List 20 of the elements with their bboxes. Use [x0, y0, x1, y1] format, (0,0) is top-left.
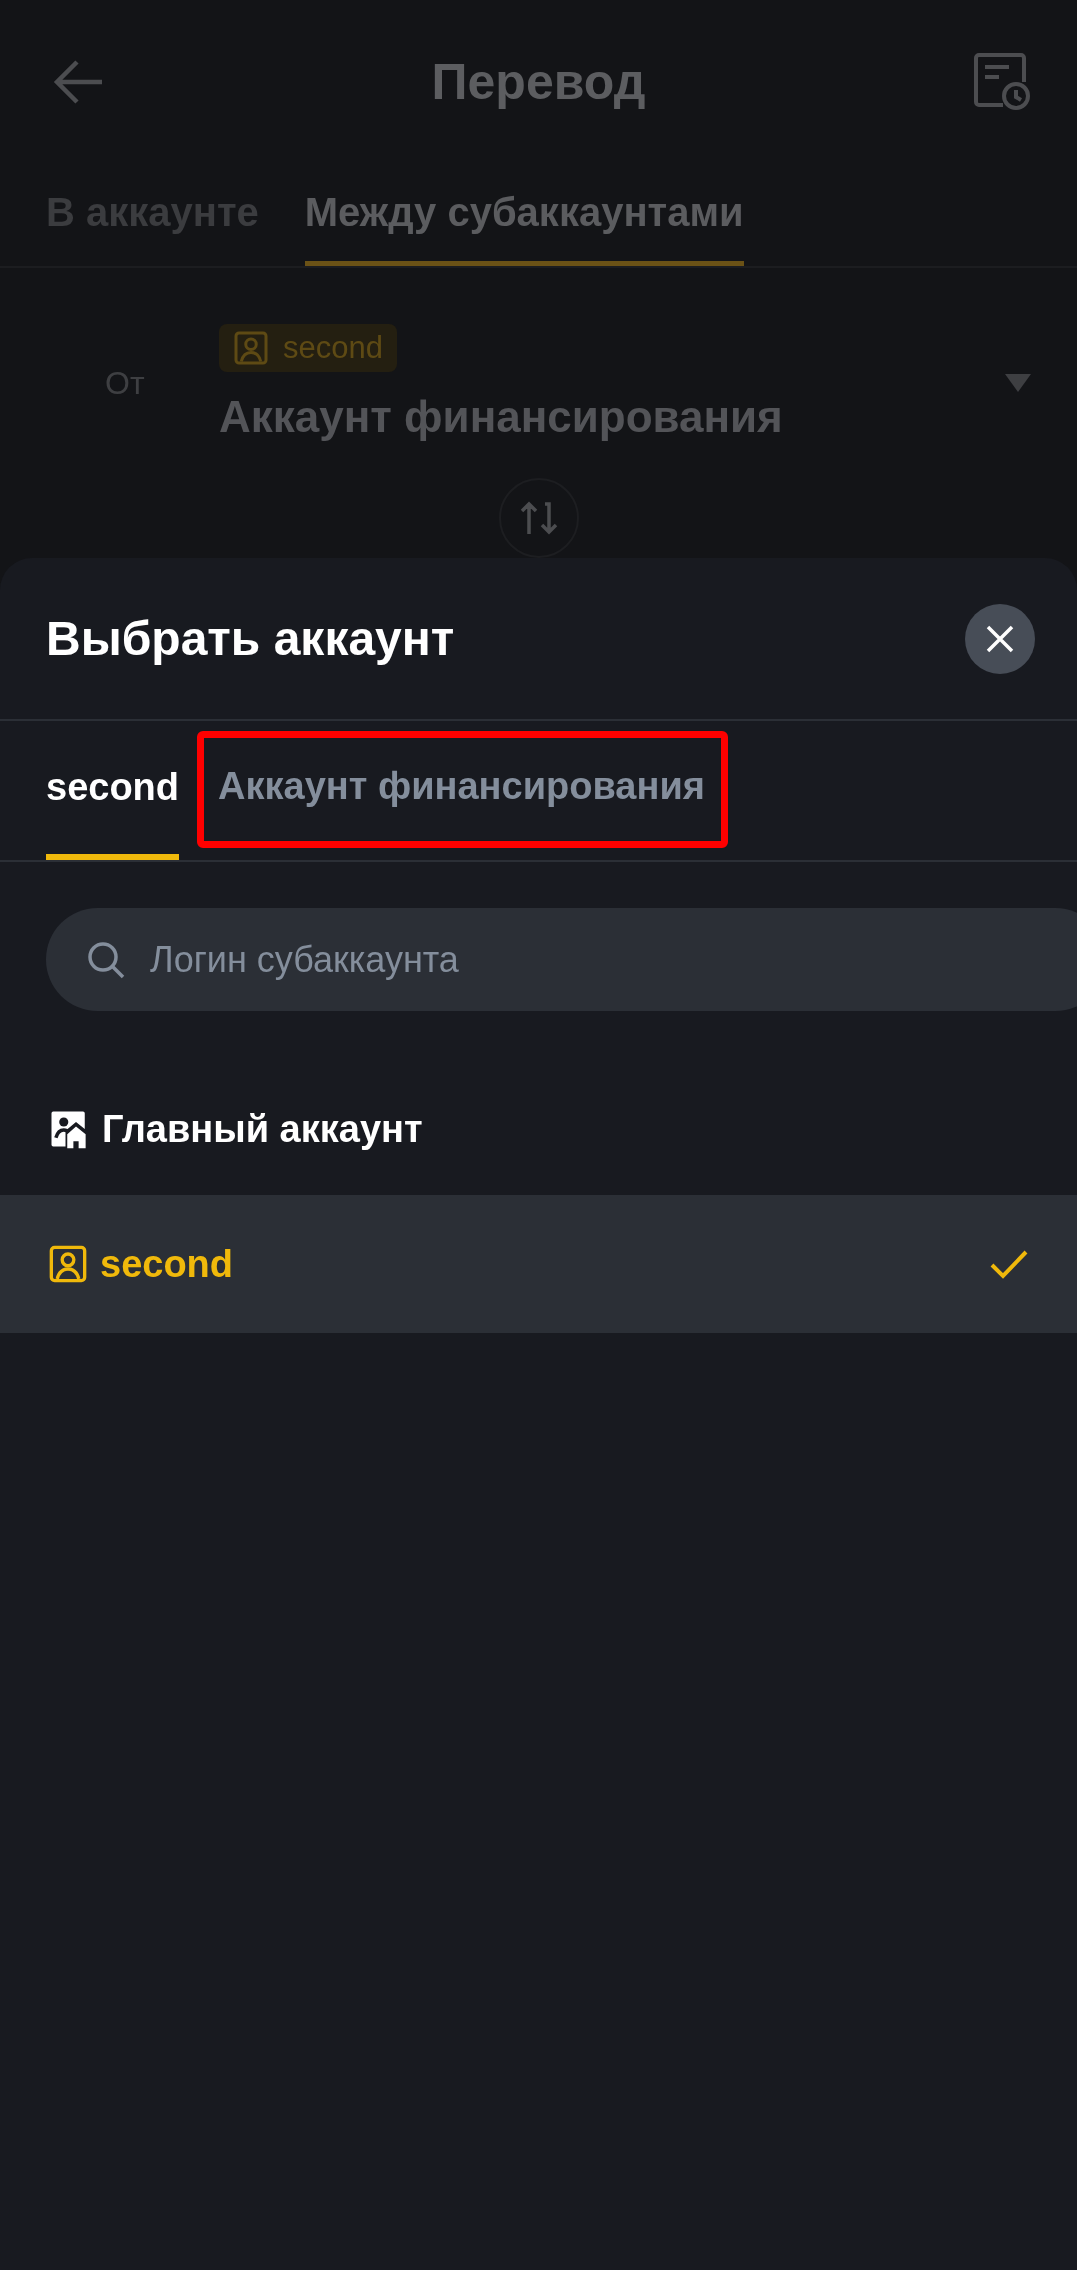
- account-row[interactable]: second: [0, 1195, 1077, 1333]
- account-tab[interactable]: Аккаунт финансирования: [218, 738, 705, 841]
- account-name: second: [100, 1242, 235, 1286]
- account-tab[interactable]: second: [46, 721, 180, 860]
- user-icon: [233, 330, 269, 366]
- user-icon: [48, 1244, 88, 1284]
- dropdown-caret-icon[interactable]: [1005, 374, 1031, 392]
- back-icon[interactable]: [52, 58, 104, 105]
- account-row[interactable]: Главный аккаунт: [0, 1063, 1077, 1195]
- sheet-title: Выбрать аккаунт: [46, 611, 455, 666]
- account-name: Аккаунт финансирования: [219, 392, 783, 442]
- history-icon[interactable]: [973, 52, 1031, 111]
- check-icon: [989, 1248, 1029, 1280]
- search-bar[interactable]: Логин субаккаунта: [46, 908, 1077, 1011]
- search-input[interactable]: Логин субаккаунта: [148, 937, 1077, 982]
- badge-text: second: [283, 330, 383, 366]
- page-title: Перевод: [431, 52, 646, 111]
- close-icon: [985, 623, 1015, 654]
- search-icon: [86, 939, 126, 980]
- account-name: Главный аккаунт: [102, 1107, 424, 1151]
